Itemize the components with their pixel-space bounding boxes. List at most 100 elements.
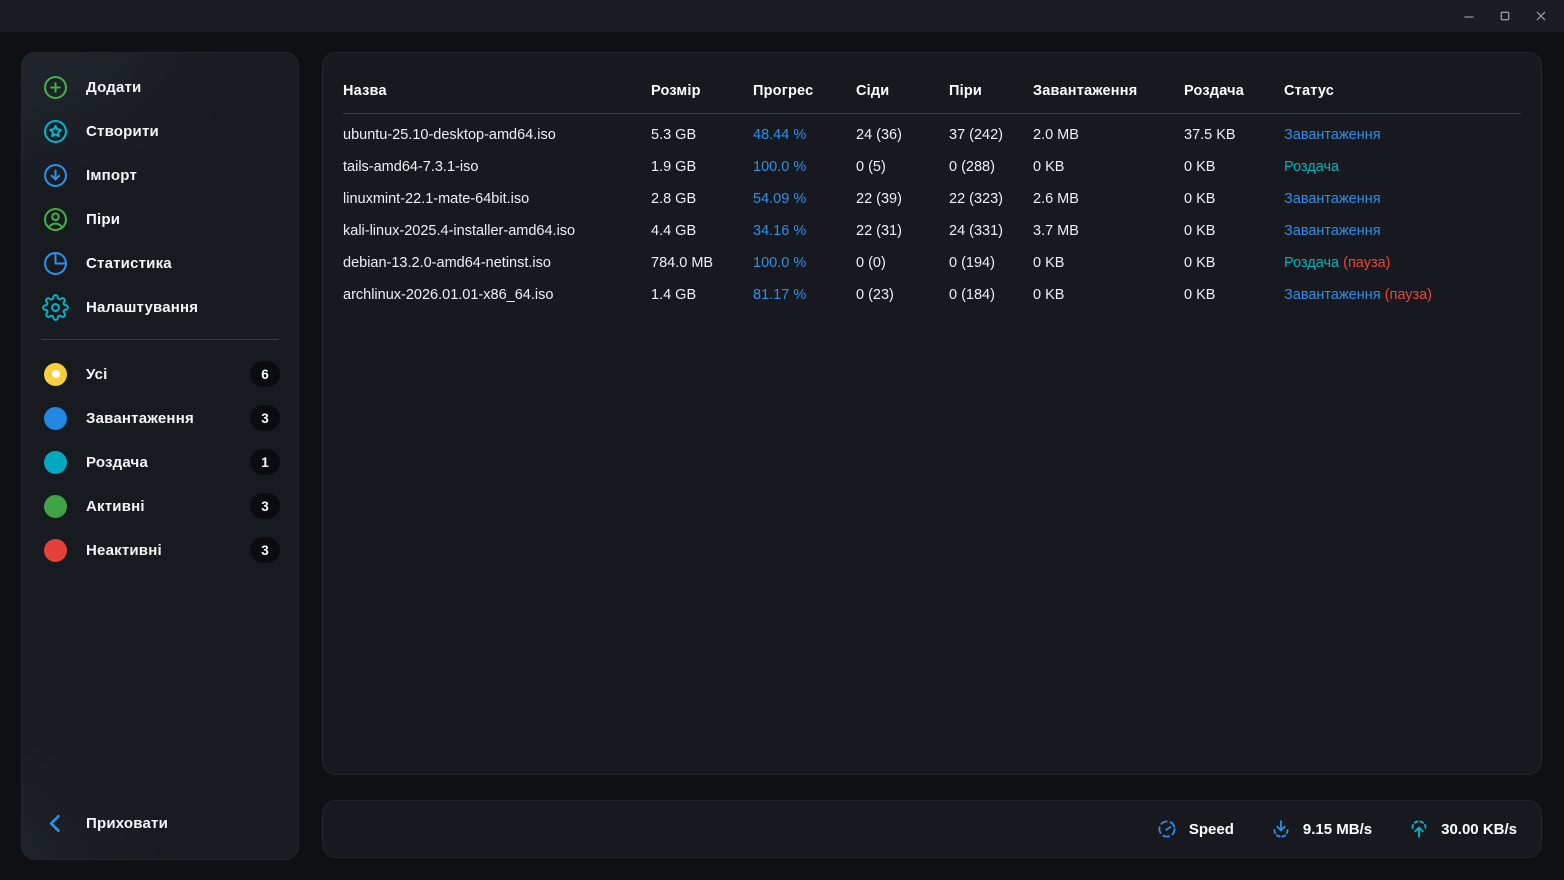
cell-upload: 37.5 KB: [1184, 127, 1284, 143]
person-circle-icon: [42, 206, 69, 233]
cell-size: 2.8 GB: [651, 191, 753, 207]
column-header-progress[interactable]: Прогрес: [753, 83, 856, 99]
upload-speed-value: 30.00 KB/s: [1441, 821, 1517, 838]
cell-status: Роздача (пауза): [1284, 255, 1521, 271]
cell-size: 1.4 GB: [651, 287, 753, 303]
cell-peers: 0 (184): [949, 287, 1033, 303]
close-icon: [1533, 8, 1549, 24]
filter-item-downloading[interactable]: Завантаження3: [22, 396, 298, 440]
cell-progress: 48.44 %: [753, 127, 856, 143]
column-header-peers[interactable]: Піри: [949, 83, 1033, 99]
speed-label: Speed: [1189, 821, 1234, 838]
table-row[interactable]: tails-amd64-7.3.1-iso1.9 GB100.0 %0 (5)0…: [323, 151, 1541, 183]
cell-status: Завантаження: [1284, 191, 1521, 207]
sidebar-item-add[interactable]: Додати: [22, 65, 298, 109]
sidebar-item-label: Додати: [86, 79, 141, 96]
column-header-status[interactable]: Статус: [1284, 83, 1521, 99]
cell-status: Завантаження (пауза): [1284, 287, 1521, 303]
status-text: Роздача: [1284, 255, 1339, 271]
status-text: Завантаження: [1284, 223, 1381, 239]
cell-peers: 24 (331): [949, 223, 1033, 239]
cell-download: 0 KB: [1033, 255, 1184, 271]
table-row[interactable]: archlinux-2026.01.01-x86_64.iso1.4 GB81.…: [323, 279, 1541, 311]
maximize-icon: [1497, 8, 1513, 24]
cell-peers: 37 (242): [949, 127, 1033, 143]
cell-seeds: 0 (23): [856, 287, 949, 303]
sidebar-item-import[interactable]: Імпорт: [22, 153, 298, 197]
filter-count-badge: 3: [250, 405, 280, 431]
status-paused-text: (пауза): [1339, 255, 1390, 271]
gear-icon: [42, 294, 69, 321]
minimize-button[interactable]: [1454, 4, 1484, 28]
upload-speed-indicator[interactable]: 30.00 KB/s: [1408, 818, 1517, 840]
status-text: Завантаження: [1284, 287, 1381, 303]
cell-peers: 0 (194): [949, 255, 1033, 271]
cell-name: kali-linux-2025.4-installer-amd64.iso: [343, 223, 651, 239]
cell-progress: 81.17 %: [753, 287, 856, 303]
table-row[interactable]: ubuntu-25.10-desktop-amd64.iso5.3 GB48.4…: [323, 119, 1541, 151]
filter-label: Роздача: [86, 454, 148, 471]
cell-status: Роздача: [1284, 159, 1521, 175]
sidebar-item-label: Налаштування: [86, 299, 198, 316]
status-bar: Speed 9.15 MB/s 30.00 KB/s: [322, 800, 1542, 858]
filter-item-inactive[interactable]: Неактивні 3: [22, 528, 298, 572]
table-row[interactable]: debian-13.2.0-amd64-netinst.iso784.0 MB1…: [323, 247, 1541, 279]
filter-item-seeding[interactable]: Роздача 1: [22, 440, 298, 484]
filter-count-badge: 3: [250, 537, 280, 563]
app-window: Додати Створити Імпорт Піри Статистика Налашт…: [0, 0, 1564, 880]
status-text: Завантаження: [1284, 191, 1381, 207]
cell-progress: 54.09 %: [753, 191, 856, 207]
cell-download: 0 KB: [1033, 287, 1184, 303]
cell-size: 4.4 GB: [651, 223, 753, 239]
sidebar-item-label: Імпорт: [86, 167, 137, 184]
cell-progress: 100.0 %: [753, 255, 856, 271]
filter-color-dot: [44, 363, 67, 386]
column-header-upload[interactable]: Роздача: [1184, 83, 1284, 99]
chevron-left-icon: [42, 810, 69, 837]
filter-item-active[interactable]: Активні 3: [22, 484, 298, 528]
column-header-size[interactable]: Розмір: [651, 83, 753, 99]
filter-count-badge: 1: [250, 449, 280, 475]
filter-label: Неактивні: [86, 542, 162, 559]
sidebar: Додати Створити Імпорт Піри Статистика Налашт…: [21, 52, 299, 860]
cell-seeds: 0 (0): [856, 255, 949, 271]
cell-peers: 22 (323): [949, 191, 1033, 207]
download-speed-indicator[interactable]: 9.15 MB/s: [1270, 818, 1372, 840]
cell-status: Завантаження: [1284, 127, 1521, 143]
table-row[interactable]: kali-linux-2025.4-installer-amd64.iso4.4…: [323, 215, 1541, 247]
cell-name: archlinux-2026.01.01-x86_64.iso: [343, 287, 651, 303]
cell-size: 784.0 MB: [651, 255, 753, 271]
column-header-seeds[interactable]: Сіди: [856, 83, 949, 99]
hide-sidebar-button[interactable]: Приховати: [22, 801, 298, 845]
hide-sidebar-label: Приховати: [86, 815, 168, 832]
sidebar-item-statistics[interactable]: Статистика: [22, 241, 298, 285]
upload-arrow-icon: [1408, 818, 1430, 840]
cell-name: tails-amd64-7.3.1-iso: [343, 159, 651, 175]
cell-progress: 34.16 %: [753, 223, 856, 239]
download-arrow-icon: [1270, 818, 1292, 840]
cell-upload: 0 KB: [1184, 159, 1284, 175]
cell-download: 3.7 MB: [1033, 223, 1184, 239]
close-button[interactable]: [1526, 4, 1556, 28]
cell-upload: 0 KB: [1184, 191, 1284, 207]
cell-status: Завантаження: [1284, 223, 1521, 239]
cell-size: 1.9 GB: [651, 159, 753, 175]
filter-color-dot: [44, 539, 67, 562]
sidebar-item-peers[interactable]: Піри: [22, 197, 298, 241]
column-header-download[interactable]: Завантаження: [1033, 83, 1184, 99]
filter-item-all[interactable]: Усі6: [22, 352, 298, 396]
sidebar-item-create[interactable]: Створити: [22, 109, 298, 153]
column-header-name[interactable]: Назва: [343, 83, 651, 99]
maximize-button[interactable]: [1490, 4, 1520, 28]
filter-count-badge: 3: [250, 493, 280, 519]
sidebar-menu: Додати Створити Імпорт Піри Статистика Налашт…: [22, 65, 298, 329]
filter-label: Активні: [86, 498, 145, 515]
table-row[interactable]: linuxmint-22.1-mate-64bit.iso2.8 GB54.09…: [323, 183, 1541, 215]
sidebar-item-label: Створити: [86, 123, 159, 140]
cell-upload: 0 KB: [1184, 223, 1284, 239]
speed-indicator[interactable]: Speed: [1156, 818, 1234, 840]
sidebar-item-settings[interactable]: Налаштування: [22, 285, 298, 329]
sidebar-item-label: Статистика: [86, 255, 172, 272]
selected-indicator: [52, 370, 60, 378]
minimize-icon: [1461, 8, 1477, 24]
